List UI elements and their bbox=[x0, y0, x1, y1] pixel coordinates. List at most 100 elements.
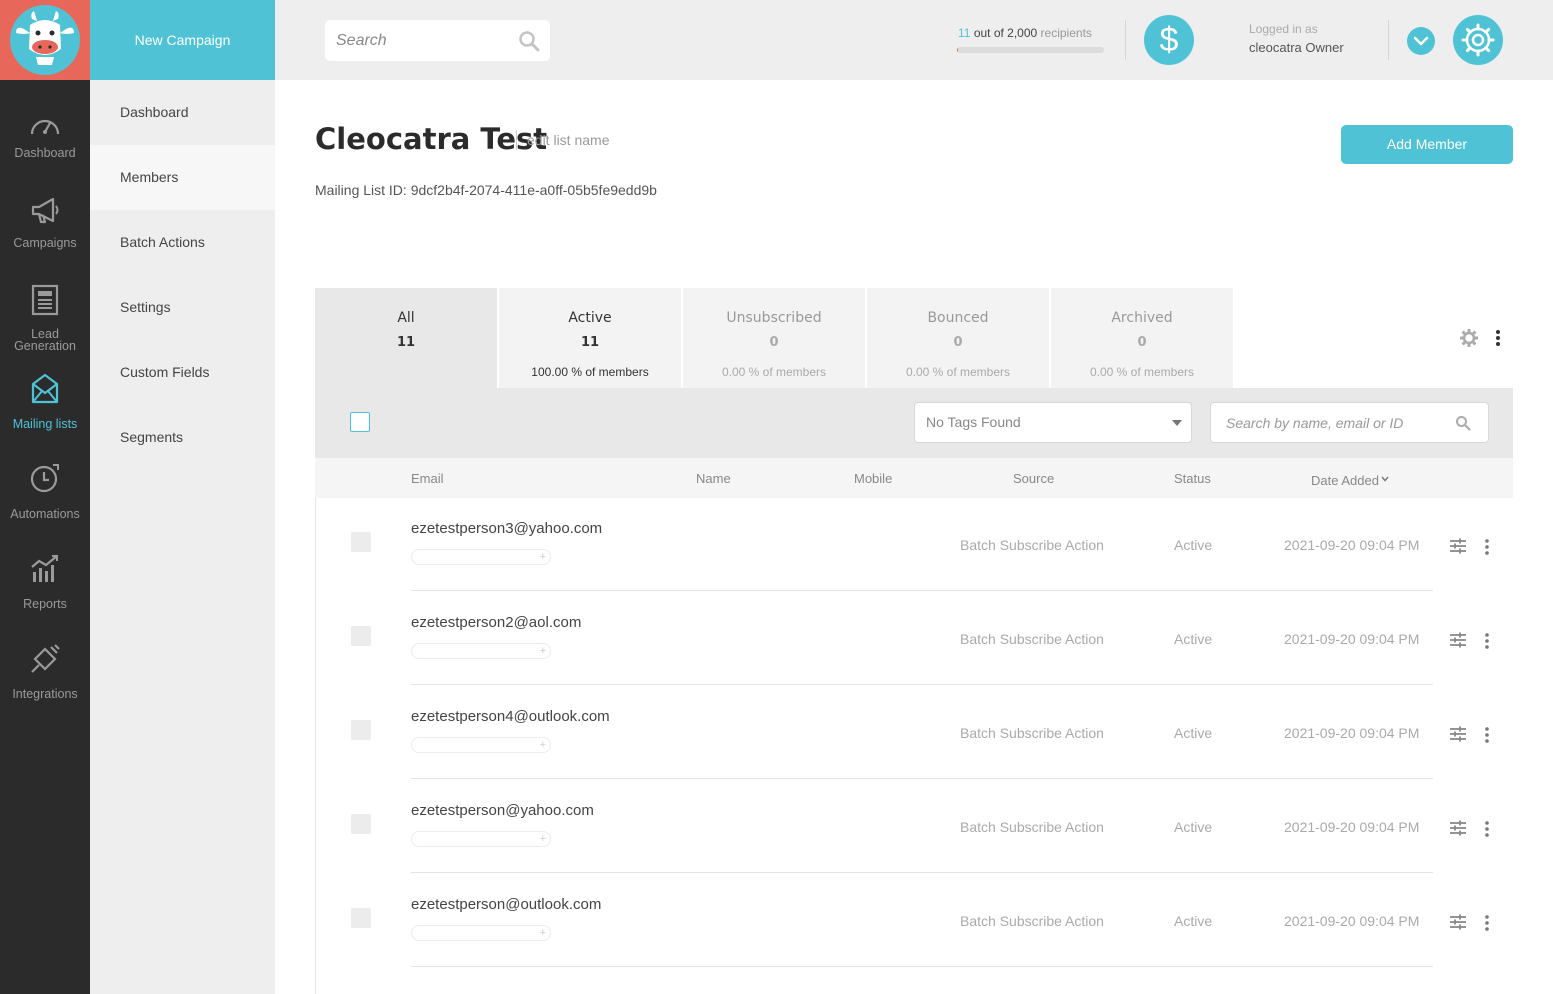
sliders-icon[interactable] bbox=[1449, 914, 1467, 930]
sliders-icon[interactable] bbox=[1449, 820, 1467, 836]
sidebar-item-segments[interactable]: Segments bbox=[90, 405, 275, 470]
sidebar-item-settings[interactable]: Settings bbox=[90, 275, 275, 340]
rail-item-dashboard[interactable]: Dashboard bbox=[0, 110, 90, 200]
quota-progress-fill bbox=[957, 47, 959, 53]
row-more-options-icon[interactable] bbox=[1481, 632, 1493, 650]
clock-icon bbox=[29, 462, 61, 494]
logged-in-block: Logged in as cleocatra Owner bbox=[1249, 22, 1344, 55]
cow-logo-icon[interactable] bbox=[10, 5, 80, 75]
more-options-icon[interactable] bbox=[1491, 328, 1505, 348]
mailing-list-id: Mailing List ID: 9dcf2b4f-2074-411e-a0ff… bbox=[315, 182, 657, 198]
member-date-added: 2021-09-20 09:04 PM bbox=[1284, 631, 1420, 647]
row-checkbox[interactable] bbox=[351, 720, 371, 740]
column-header-mobile[interactable]: Mobile bbox=[854, 471, 892, 486]
member-email[interactable]: ezetestperson@outlook.com bbox=[411, 896, 601, 913]
sidebar-item-custom-fields[interactable]: Custom Fields bbox=[90, 340, 275, 405]
table-row[interactable]: ezetestperson3@yahoo.com + Batch Subscri… bbox=[316, 497, 1513, 591]
row-checkbox[interactable] bbox=[351, 532, 371, 552]
row-more-options-icon[interactable] bbox=[1481, 914, 1493, 932]
search-input[interactable] bbox=[325, 20, 515, 61]
speedometer-icon bbox=[29, 110, 61, 142]
tag-input[interactable]: + bbox=[411, 549, 551, 565]
tab-archived[interactable]: Archived 0 0.00 % of members bbox=[1051, 288, 1233, 388]
tag-input[interactable]: + bbox=[411, 643, 551, 659]
sidebar-item-members[interactable]: Members bbox=[90, 145, 275, 210]
sidebar-item-dashboard[interactable]: Dashboard bbox=[90, 80, 275, 145]
column-header-name[interactable]: Name bbox=[696, 471, 731, 486]
table-row[interactable]: ezetestperson@outlook.com + Batch Subscr… bbox=[316, 873, 1513, 967]
tab-unsubscribed[interactable]: Unsubscribed 0 0.00 % of members bbox=[683, 288, 865, 388]
member-email[interactable]: ezetestperson2@aol.com bbox=[411, 614, 581, 631]
select-all-checkbox[interactable] bbox=[350, 412, 370, 432]
member-source: Batch Subscribe Action bbox=[960, 537, 1104, 553]
rail-label: Generation bbox=[14, 339, 76, 353]
page-title: Cleocatra Test bbox=[315, 122, 548, 156]
tag-input[interactable]: + bbox=[411, 925, 551, 941]
member-date-added: 2021-09-20 09:04 PM bbox=[1284, 537, 1420, 553]
column-header-source[interactable]: Source bbox=[1013, 471, 1054, 486]
table-row[interactable]: ezetestperson2@aol.com + Batch Subscribe… bbox=[316, 591, 1513, 685]
row-checkbox[interactable] bbox=[351, 908, 371, 928]
rail-item-campaigns[interactable]: Campaigns bbox=[0, 194, 90, 284]
rail-label: Dashboard bbox=[14, 146, 76, 160]
global-search[interactable] bbox=[325, 20, 550, 61]
rail-label: Integrations bbox=[12, 687, 78, 701]
table-row[interactable]: ezetestperson@yahoo.com + Batch Subscrib… bbox=[316, 779, 1513, 873]
row-checkbox[interactable] bbox=[351, 626, 371, 646]
member-search[interactable] bbox=[1210, 402, 1489, 443]
rail-item-integrations[interactable]: Integrations bbox=[0, 643, 90, 733]
logo-area[interactable] bbox=[0, 0, 90, 80]
column-header-status[interactable]: Status bbox=[1174, 471, 1211, 486]
tag-input[interactable]: + bbox=[411, 737, 551, 753]
tab-bounced[interactable]: Bounced 0 0.00 % of members bbox=[867, 288, 1049, 388]
row-checkbox[interactable] bbox=[351, 814, 371, 834]
tab-count: 0 bbox=[1137, 335, 1147, 350]
member-source: Batch Subscribe Action bbox=[960, 631, 1104, 647]
rail-item-reports[interactable]: Reports bbox=[0, 553, 90, 643]
tab-count: 11 bbox=[580, 335, 600, 350]
tags-filter-select[interactable]: No Tags Found bbox=[914, 402, 1192, 443]
tab-active[interactable]: Active 11 100.00 % of members bbox=[499, 288, 681, 388]
form-icon bbox=[29, 284, 61, 316]
tab-percentage: 0.00 % of members bbox=[1089, 365, 1195, 379]
sliders-icon[interactable] bbox=[1449, 538, 1467, 554]
logged-in-label: Logged in as bbox=[1249, 22, 1318, 36]
sliders-icon[interactable] bbox=[1449, 726, 1467, 742]
row-more-options-icon[interactable] bbox=[1481, 538, 1493, 556]
add-member-button[interactable]: Add Member bbox=[1341, 125, 1513, 164]
rail-item-automations[interactable]: Automations bbox=[0, 462, 90, 552]
search-icon[interactable] bbox=[1455, 415, 1471, 431]
bar-chart-icon bbox=[29, 553, 61, 585]
edit-list-name-link[interactable]: edit list name bbox=[527, 132, 609, 148]
tag-input[interactable]: + bbox=[411, 831, 551, 847]
recipient-quota: 11 out of 2,000 recipients bbox=[958, 26, 1092, 40]
member-email[interactable]: ezetestperson3@yahoo.com bbox=[411, 520, 602, 537]
tab-label: Archived bbox=[1111, 310, 1173, 326]
rail-label: Automations bbox=[10, 507, 80, 521]
rail-item-lead-generation[interactable]: Lead Generation bbox=[0, 284, 90, 374]
row-more-options-icon[interactable] bbox=[1481, 820, 1493, 838]
account-menu-button[interactable] bbox=[1407, 27, 1435, 55]
rail-label: Campaigns bbox=[13, 236, 77, 250]
new-campaign-button[interactable]: New Campaign bbox=[90, 0, 275, 80]
member-status: Active bbox=[1174, 631, 1213, 647]
sidebar-item-batch-actions[interactable]: Batch Actions bbox=[90, 210, 275, 275]
member-search-input[interactable] bbox=[1211, 403, 1451, 442]
billing-button[interactable]: $ bbox=[1144, 15, 1194, 65]
row-more-options-icon[interactable] bbox=[1481, 726, 1493, 744]
column-header-date-added[interactable]: Date Added bbox=[1311, 471, 1389, 488]
row-divider bbox=[411, 966, 1433, 967]
member-email[interactable]: ezetestperson4@outlook.com bbox=[411, 708, 610, 725]
sliders-icon[interactable] bbox=[1449, 632, 1467, 648]
title-divider bbox=[516, 130, 517, 150]
gear-icon[interactable] bbox=[1459, 328, 1479, 348]
rail-item-mailing-lists[interactable]: Mailing lists bbox=[0, 372, 90, 462]
member-status: Active bbox=[1174, 725, 1213, 741]
column-header-email[interactable]: Email bbox=[411, 471, 444, 486]
tab-label: Active bbox=[568, 310, 612, 326]
member-email[interactable]: ezetestperson@yahoo.com bbox=[411, 802, 594, 819]
table-row[interactable]: ezetestperson4@outlook.com + Batch Subsc… bbox=[316, 685, 1513, 779]
search-icon[interactable] bbox=[518, 30, 540, 52]
settings-button[interactable] bbox=[1453, 15, 1503, 65]
tab-all[interactable]: All 11 bbox=[315, 288, 497, 388]
